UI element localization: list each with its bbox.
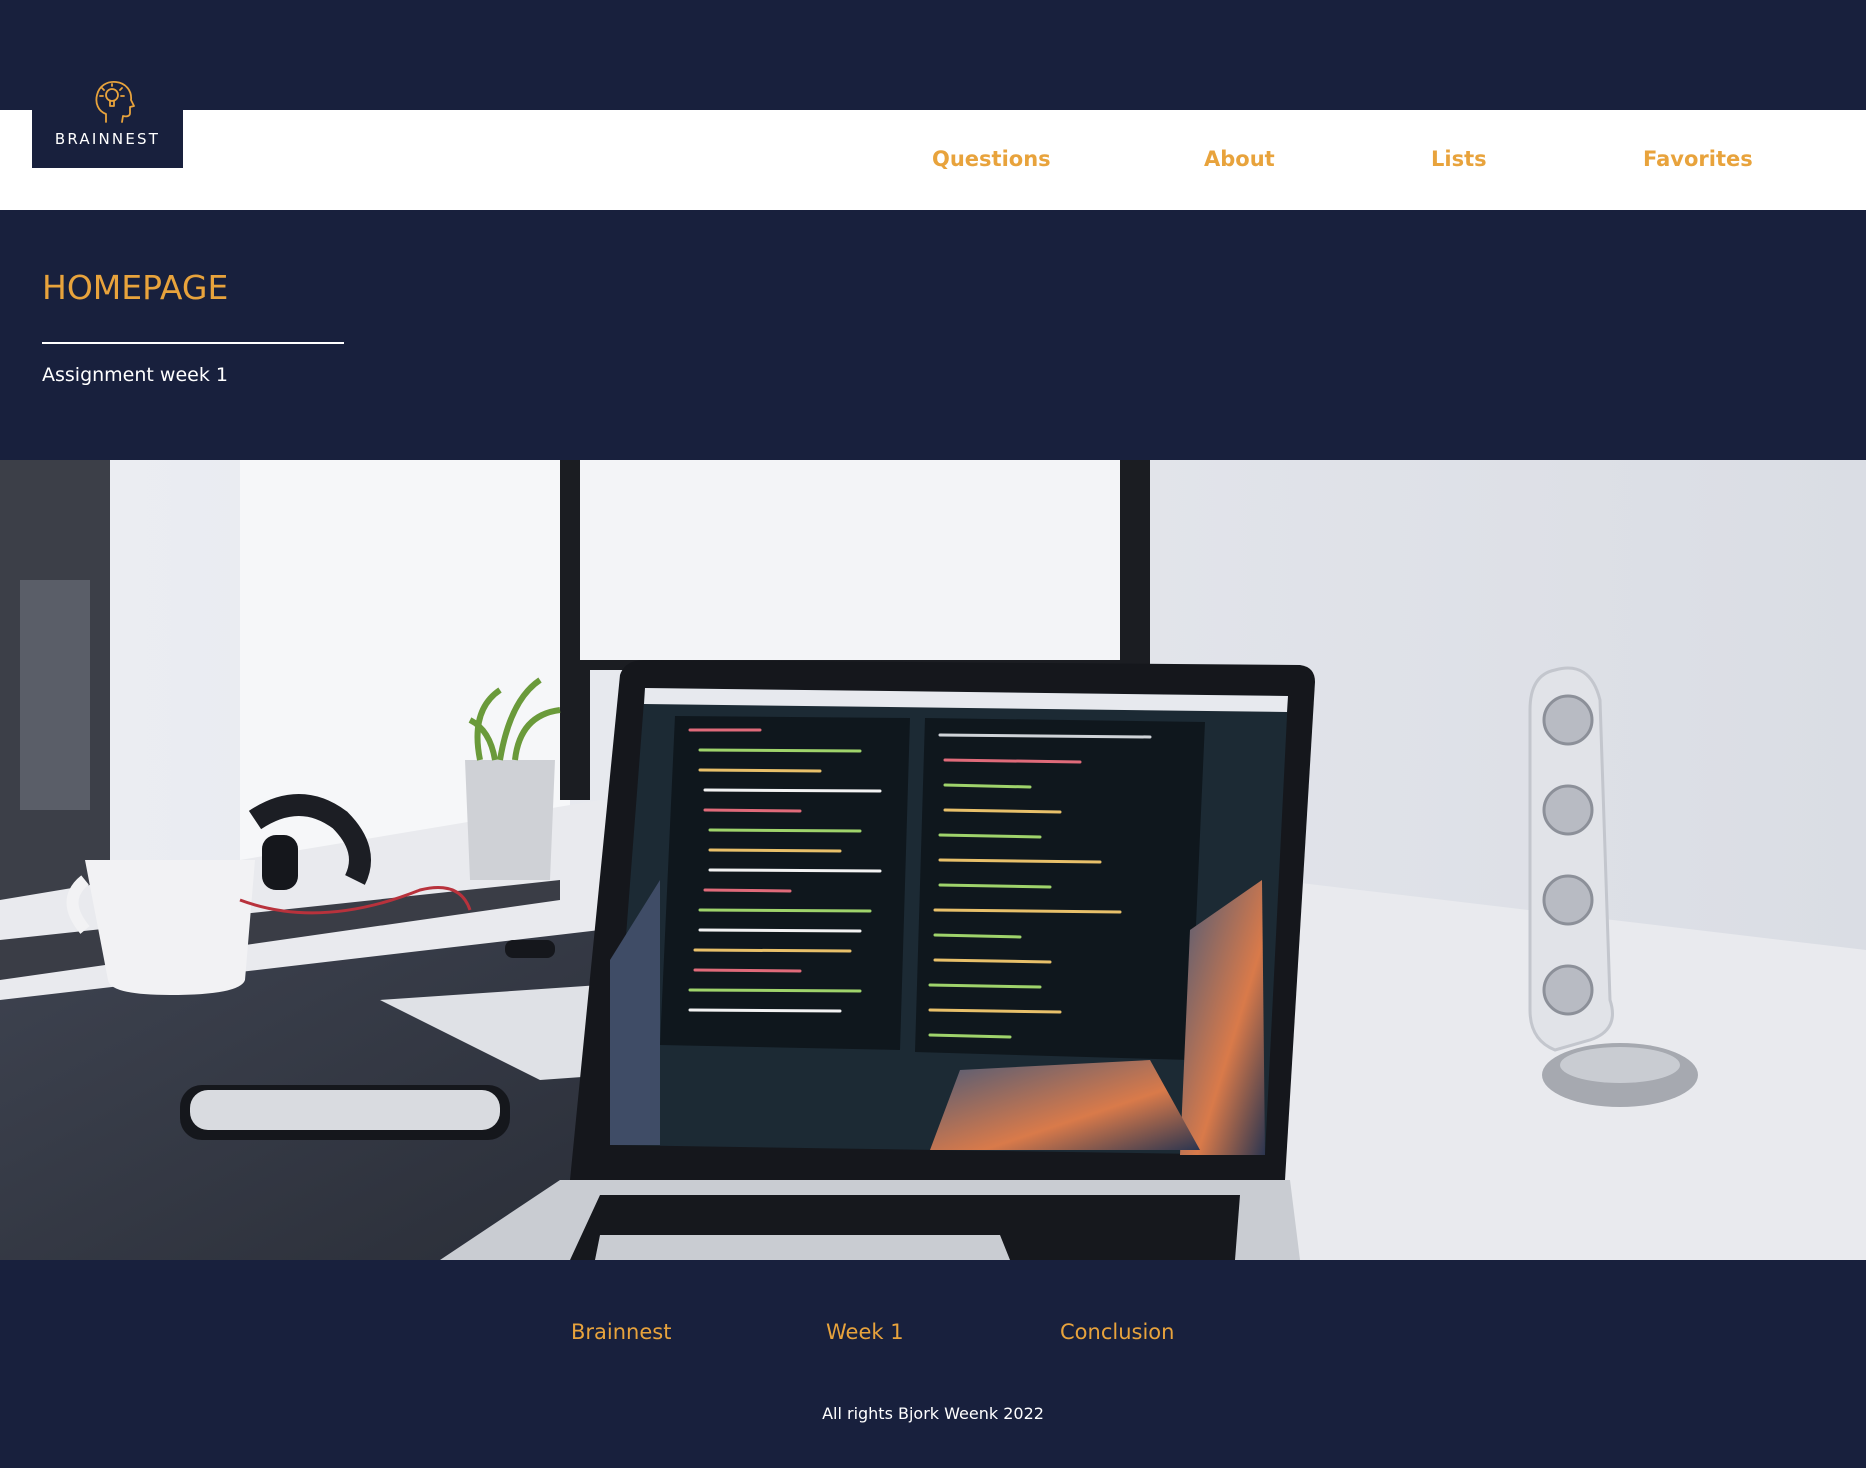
top-band [0,0,1866,110]
nav-link-lists[interactable]: Lists [1431,147,1487,171]
page-title: HOMEPAGE [42,268,229,307]
copyright-text: All rights Bjork Weenk 2022 [822,1404,1044,1423]
brand-logo[interactable]: BRAINNEST [32,70,183,168]
nav-link-favorites[interactable]: Favorites [1643,147,1753,171]
footer-link-brainnest[interactable]: Brainnest [571,1320,671,1344]
brand-name: BRAINNEST [54,130,161,148]
page-subtitle: Assignment week 1 [42,364,228,386]
nav-link-questions[interactable]: Questions [932,147,1051,171]
footer-link-conclusion[interactable]: Conclusion [1060,1320,1174,1344]
hero-image [0,460,1866,1260]
footer-link-week-1[interactable]: Week 1 [826,1320,904,1344]
nav-link-about[interactable]: About [1204,147,1275,171]
head-lightbulb-icon [95,81,135,123]
title-divider [42,342,344,344]
